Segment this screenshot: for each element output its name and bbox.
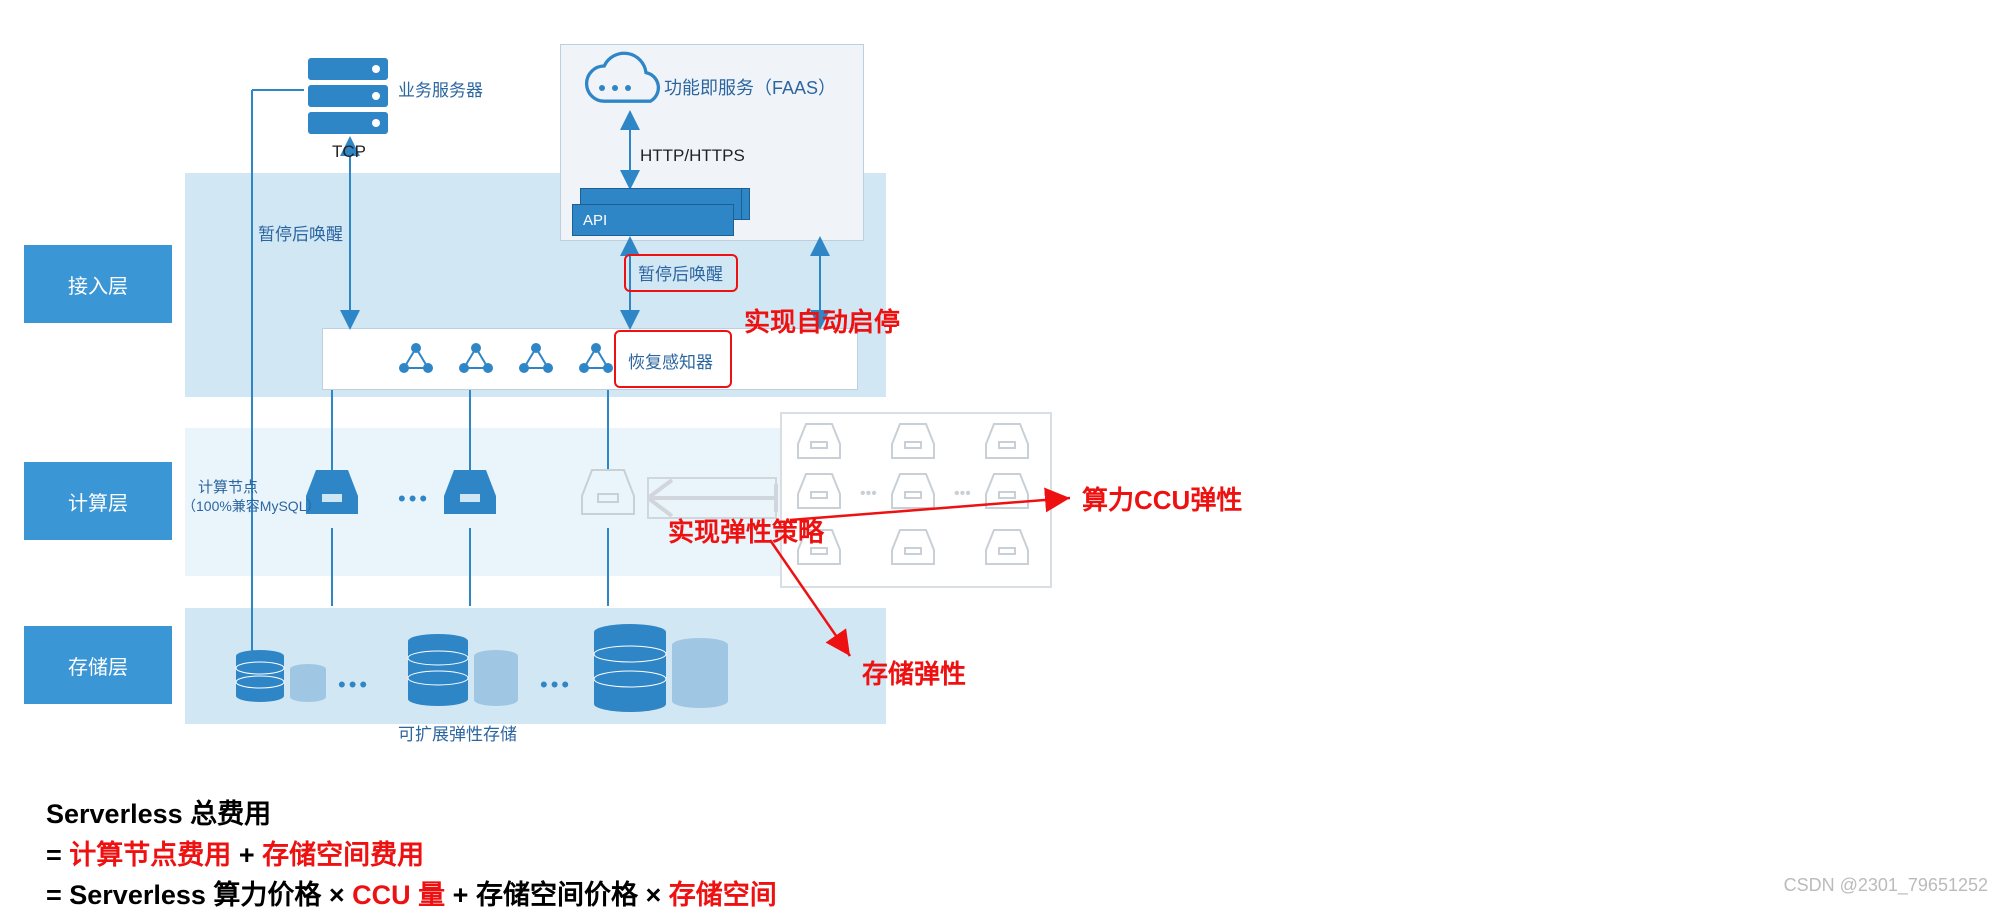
pause-label-1: 暂停后唤醒 bbox=[258, 220, 343, 245]
tcp-label: TCP bbox=[332, 142, 366, 162]
formula-compute-fee: 计算节点费用 bbox=[69, 840, 231, 870]
elastic-strategy-label: 实现弹性策略 bbox=[668, 512, 824, 549]
formula-storage-fee: 存储空间费用 bbox=[262, 840, 424, 870]
recovery-label: 恢复感知器 bbox=[628, 348, 713, 373]
api-label: API bbox=[583, 212, 607, 229]
compute-node-icons bbox=[306, 470, 634, 514]
node-icons bbox=[399, 343, 613, 373]
cloud-icon bbox=[587, 53, 659, 101]
formula-block: Serverless 总费用 = 计算节点费用 + 存储空间费用 = Serve… bbox=[46, 794, 777, 916]
formula-eq1: = bbox=[46, 840, 62, 870]
api-stack: API bbox=[572, 188, 740, 238]
formula-l1: Serverless 总费用 bbox=[46, 799, 271, 829]
compute-node-l2: （100%兼容MySQL） bbox=[182, 496, 320, 516]
biz-server-label: 业务服务器 bbox=[398, 76, 483, 101]
svg-text:•••: ••• bbox=[954, 485, 971, 502]
watermark: CSDN @2301_79651252 bbox=[1784, 875, 1988, 896]
storage-dots2: ••• bbox=[540, 672, 572, 698]
auto-start-stop-label: 实现自动启停 bbox=[744, 302, 900, 339]
svg-text:•••: ••• bbox=[860, 485, 877, 502]
ghost-pool-icons: ••• ••• bbox=[798, 424, 1028, 564]
server-icon bbox=[308, 58, 388, 134]
compute-dots: ••• bbox=[398, 486, 430, 512]
pause-label-2: 暂停后唤醒 bbox=[638, 260, 723, 285]
formula-plus1: + bbox=[239, 840, 262, 870]
storage-scale-label: 可扩展弹性存储 bbox=[398, 720, 517, 745]
storage-icons bbox=[236, 624, 728, 712]
storage-dots1: ••• bbox=[338, 672, 370, 698]
storage-elastic-label: 存储弹性 bbox=[862, 654, 966, 691]
http-label: HTTP/HTTPS bbox=[640, 146, 745, 166]
faas-label: 功能即服务（FAAS） bbox=[664, 74, 836, 100]
ccu-elastic-label: 算力CCU弹性 bbox=[1082, 480, 1242, 517]
compute-node-l1: 计算节点 bbox=[198, 476, 258, 497]
